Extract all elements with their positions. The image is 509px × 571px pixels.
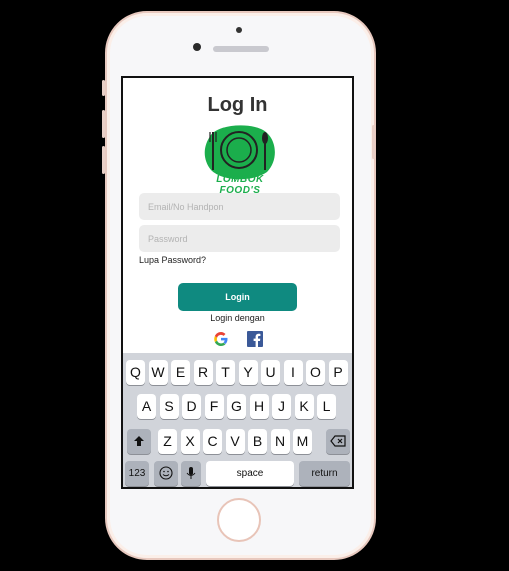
google-icon[interactable] [213, 331, 229, 347]
forgot-password-link[interactable]: Lupa Password? [139, 255, 206, 265]
key-h[interactable]: H [249, 394, 269, 419]
key-i[interactable]: I [283, 360, 303, 385]
shift-key[interactable] [127, 429, 151, 454]
key-l[interactable]: L [317, 394, 336, 419]
key-p[interactable]: P [328, 360, 348, 385]
return-key[interactable]: return [299, 461, 350, 486]
microphone-icon [186, 467, 196, 479]
app-screen: Log In LOMBOK FOOD'S Lupa Password? Logi… [121, 76, 354, 489]
login-with-label: Login dengan [210, 313, 265, 323]
key-t[interactable]: T [216, 360, 235, 385]
emoji-key[interactable] [154, 461, 178, 486]
mute-switch [102, 80, 105, 96]
volume-down-button [102, 146, 105, 174]
key-a[interactable]: A [137, 394, 156, 419]
facebook-icon[interactable] [247, 331, 263, 347]
power-button [372, 125, 375, 159]
key-q[interactable]: Q [126, 360, 145, 385]
page-title: Log In [207, 94, 268, 116]
shift-icon [134, 436, 144, 446]
key-j[interactable]: J [272, 394, 291, 419]
key-x[interactable]: X [180, 429, 200, 454]
key-w[interactable]: W [148, 360, 168, 385]
password-input[interactable] [139, 225, 340, 252]
key-f[interactable]: F [204, 394, 224, 419]
key-e[interactable]: E [171, 360, 190, 385]
space-key[interactable]: space [206, 461, 294, 486]
onscreen-keyboard: QWERTYUIOP ASDFGHJKL ZXCVBNM 123 space r… [123, 353, 352, 487]
key-u[interactable]: U [261, 360, 280, 385]
key-g[interactable]: G [227, 394, 246, 419]
key-n[interactable]: N [270, 429, 290, 454]
proximity-sensor [236, 27, 242, 33]
home-button[interactable] [217, 498, 261, 542]
key-m[interactable]: M [293, 429, 312, 454]
key-y[interactable]: Y [238, 360, 258, 385]
key-v[interactable]: V [225, 429, 245, 454]
backspace-icon [330, 435, 346, 447]
volume-up-button [102, 110, 105, 138]
dictation-key[interactable] [181, 461, 201, 486]
email-input[interactable] [139, 193, 340, 220]
front-camera [193, 43, 201, 51]
numbers-key[interactable]: 123 [125, 461, 149, 486]
key-k[interactable]: K [294, 394, 314, 419]
key-d[interactable]: D [182, 394, 201, 419]
backspace-key[interactable] [326, 429, 350, 454]
emoji-icon [159, 466, 173, 480]
key-b[interactable]: B [248, 429, 267, 454]
key-o[interactable]: O [306, 360, 325, 385]
key-c[interactable]: C [203, 429, 222, 454]
key-s[interactable]: S [159, 394, 179, 419]
login-button[interactable]: Login [178, 283, 297, 311]
key-z[interactable]: Z [158, 429, 177, 454]
key-r[interactable]: R [193, 360, 213, 385]
earpiece-speaker [213, 46, 269, 52]
